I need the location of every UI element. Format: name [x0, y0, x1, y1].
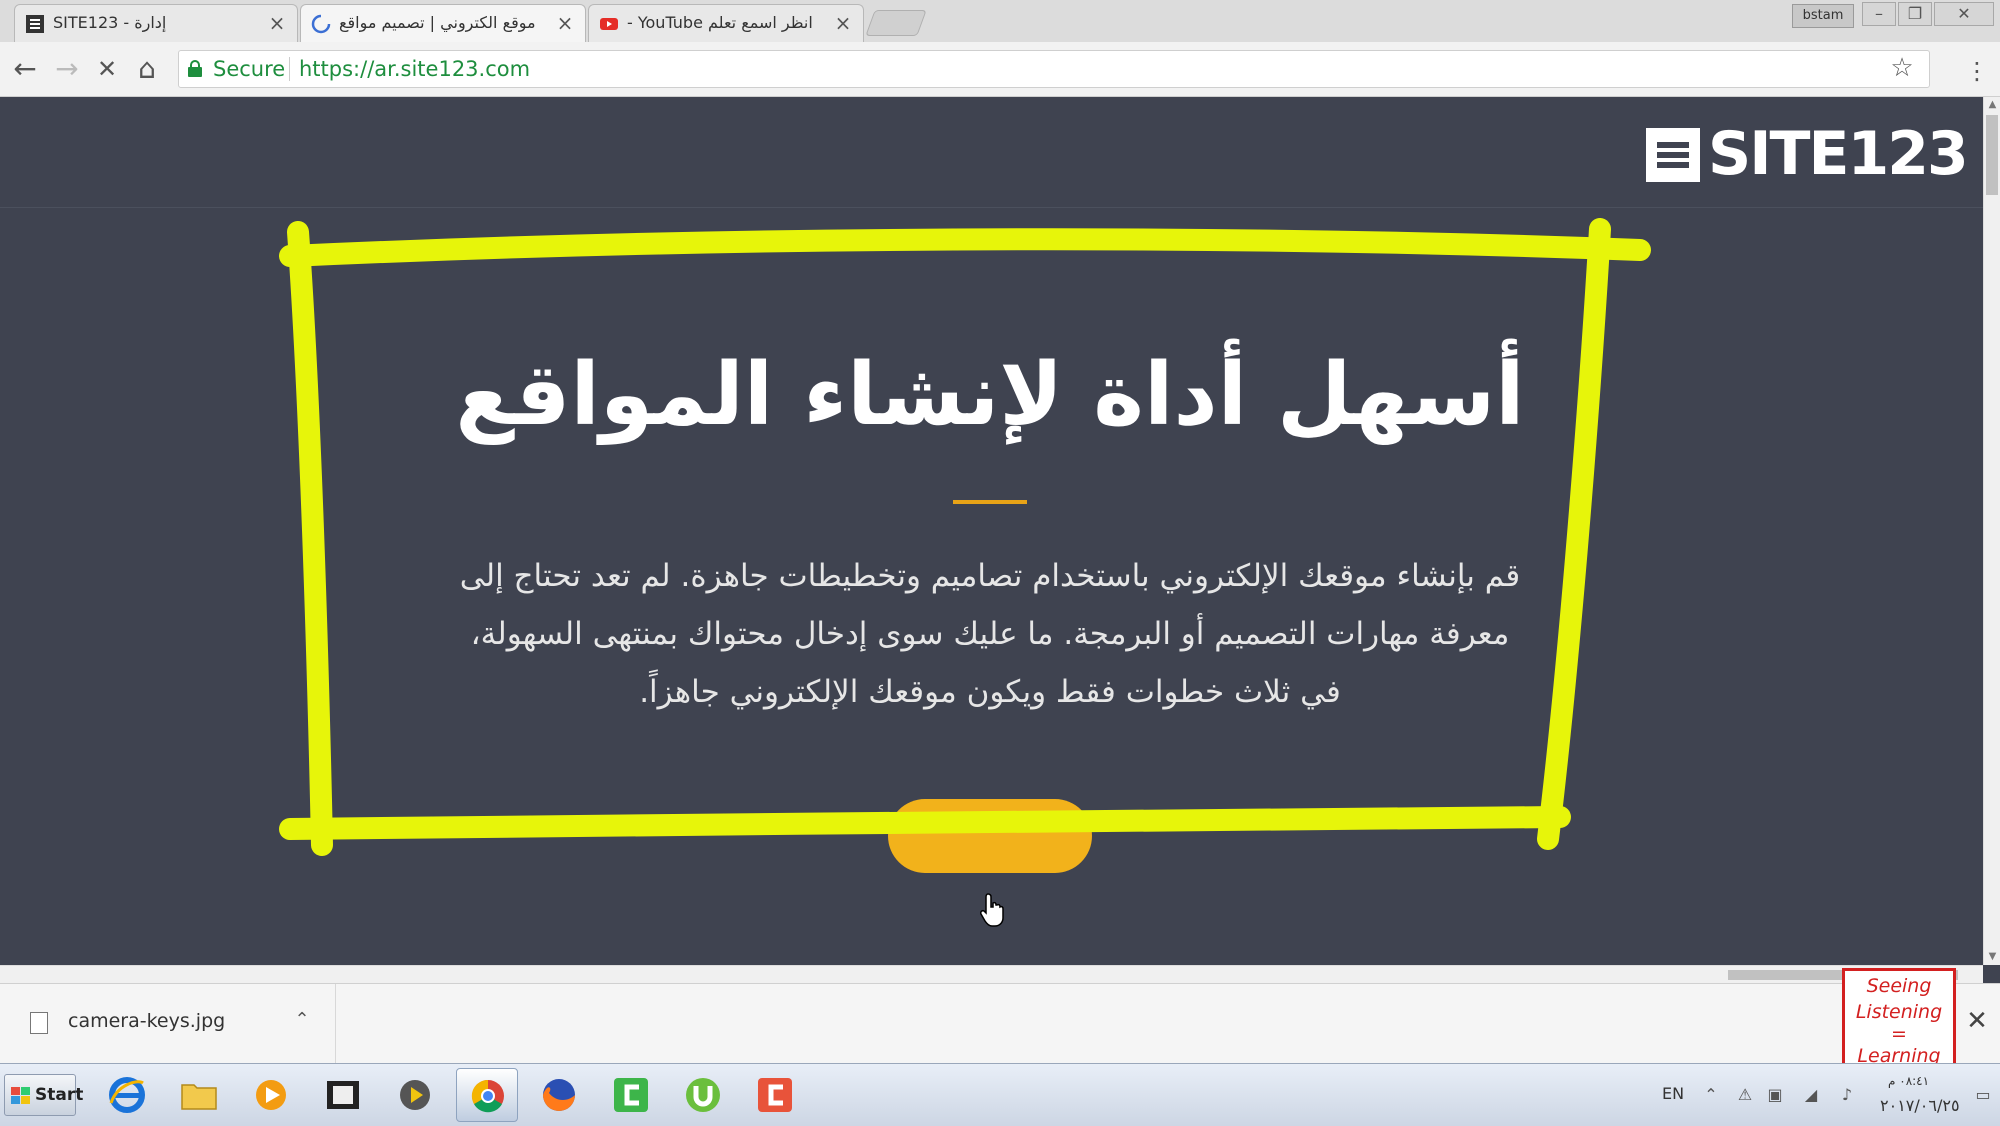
window-close-button[interactable]: ✕ — [1934, 2, 1994, 26]
tab-site123-home[interactable]: موقع الكتروني | تصميم مواقع × — [300, 4, 586, 42]
logo-menu-icon — [1646, 128, 1700, 182]
hero-description: قم بإنشاء موقعك الإلكتروني باستخدام تصام… — [455, 547, 1525, 721]
show-desktop-icon[interactable]: ▭ — [1972, 1084, 1994, 1106]
tab-youtube[interactable]: - YouTube انظر اسمع تعلم × — [588, 4, 864, 42]
download-file-name[interactable]: camera-keys.jpg — [68, 1010, 225, 1032]
horizontal-scrollbar[interactable] — [0, 965, 1983, 983]
tray-expand-icon[interactable]: ⌃ — [1700, 1084, 1722, 1106]
download-item[interactable]: camera-keys.jpg ⌃ — [0, 984, 336, 1064]
chrome-icon[interactable] — [456, 1068, 518, 1122]
video-editor-icon[interactable] — [384, 1068, 446, 1122]
tray-volume-icon[interactable]: ♪ — [1836, 1084, 1858, 1106]
watermark-line: Listening — [1855, 1001, 1943, 1023]
download-shelf: camera-keys.jpg ⌃ ✕ — [0, 983, 2000, 1064]
tray-network-status-icon[interactable]: ⚠ — [1734, 1084, 1756, 1106]
folder-icon[interactable] — [168, 1068, 230, 1122]
header-divider — [0, 207, 1983, 208]
language-indicator[interactable]: EN — [1662, 1084, 1684, 1103]
start-label: Start — [35, 1085, 84, 1105]
tab-site123-admin[interactable]: SITE123 - إدارة × — [14, 4, 298, 42]
hero-line: معرفة مهارات التصميم أو البرمجة. ما عليك… — [470, 616, 1510, 652]
tab-close-icon[interactable]: × — [555, 13, 575, 33]
vertical-scrollbar[interactable]: ▲ ▼ — [1983, 97, 2000, 965]
file-icon — [30, 1012, 48, 1034]
url-text[interactable]: https://ar.site123.com — [299, 57, 530, 81]
camtasia-red-icon[interactable] — [744, 1068, 806, 1122]
tray-device-icon[interactable]: ▣ — [1764, 1084, 1786, 1106]
watermark-line: = — [1891, 1023, 1907, 1045]
clock-date[interactable]: ٢٠١٧/٠٦/٢٥ — [1880, 1096, 1960, 1115]
film-icon[interactable] — [312, 1068, 374, 1122]
utorrent-icon[interactable] — [672, 1068, 734, 1122]
back-button[interactable]: ← — [8, 52, 42, 86]
webpage-viewport: SITE123 أسهل أداة لإنشاء المواقع قم بإنش… — [0, 97, 1983, 965]
hand-cursor-icon — [980, 893, 1004, 927]
taskbar: Start EN ⌃ ⚠ ▣ ◢ ♪ ٠٨:٤١ م ٢٠١٧/٠٦/٢٥ ▭ — [0, 1063, 2000, 1126]
hero-line: قم بإنشاء موقعك الإلكتروني باستخدام تصام… — [459, 558, 1521, 594]
site123-favicon-icon — [26, 15, 44, 33]
vertical-scroll-thumb[interactable] — [1986, 115, 1998, 195]
tray-signal-icon[interactable]: ◢ — [1800, 1084, 1822, 1106]
camtasia-green-icon[interactable] — [600, 1068, 662, 1122]
clock-time[interactable]: ٠٨:٤١ م — [1888, 1074, 1929, 1088]
ie-icon[interactable] — [96, 1068, 158, 1122]
browser-toolbar: ← → ✕ ⌂ Secure https://ar.site123.com ☆ … — [0, 42, 2000, 97]
media-player-icon[interactable] — [240, 1068, 302, 1122]
hero-title: أسهل أداة لإنشاء المواقع — [455, 345, 1525, 445]
tab-title: - YouTube انظر اسمع تعلم — [627, 13, 813, 32]
stop-button[interactable]: ✕ — [90, 52, 124, 86]
address-separator — [289, 57, 290, 81]
bookmark-star-icon[interactable]: ☆ — [1887, 53, 1917, 83]
youtube-icon — [600, 18, 618, 30]
scroll-down-icon[interactable]: ▼ — [1984, 949, 2000, 965]
tab-title: موقع الكتروني | تصميم مواقع — [339, 13, 536, 32]
profile-badge[interactable]: bstam — [1792, 4, 1854, 28]
start-now-button[interactable] — [888, 799, 1092, 873]
address-bar[interactable]: Secure https://ar.site123.com ☆ — [178, 50, 1930, 88]
loading-spinner-icon — [311, 14, 331, 34]
tab-strip: SITE123 - إدارة × موقع الكتروني | تصميم … — [0, 0, 2000, 43]
close-download-shelf-icon[interactable]: ✕ — [1962, 1006, 1992, 1036]
tab-close-icon[interactable]: × — [833, 13, 853, 33]
windows-logo-icon — [11, 1087, 30, 1104]
logo-text: SITE123 — [1708, 119, 1969, 189]
hero-line: في ثلاث خطوات فقط ويكون موقعك الإلكتروني… — [639, 674, 1341, 710]
tab-title: SITE123 - إدارة — [53, 13, 167, 32]
forward-button[interactable]: → — [50, 52, 84, 86]
secure-label: Secure — [213, 57, 286, 81]
start-button[interactable]: Start — [4, 1074, 83, 1116]
chevron-up-icon[interactable]: ⌃ — [290, 1008, 314, 1032]
watermark-line: Seeing — [1866, 975, 1932, 997]
scroll-up-icon[interactable]: ▲ — [1984, 97, 2000, 113]
restore-button[interactable]: ❐ — [1898, 2, 1932, 26]
new-tab-button[interactable] — [865, 10, 927, 36]
tab-close-icon[interactable]: × — [267, 13, 287, 33]
hero-divider — [953, 500, 1027, 504]
home-button[interactable]: ⌂ — [130, 52, 164, 86]
firefox-icon[interactable] — [528, 1068, 590, 1122]
browser-menu-icon[interactable]: ⋮ — [1965, 56, 1989, 86]
lock-icon — [188, 60, 202, 77]
minimize-button[interactable]: – — [1862, 2, 1896, 26]
